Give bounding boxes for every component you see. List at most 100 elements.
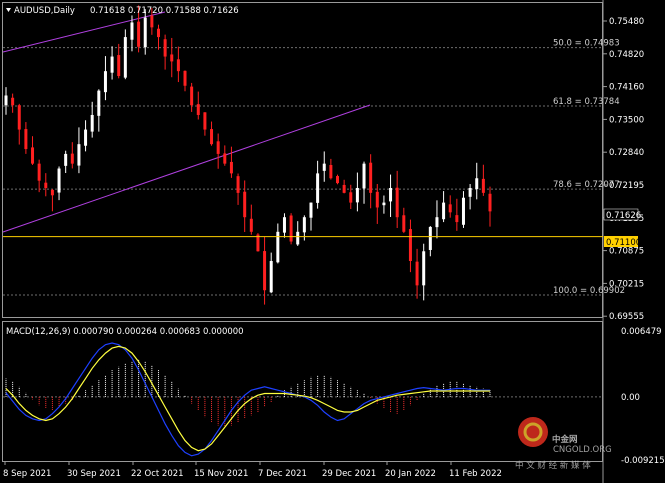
time-tick-label: 29 Dec 2021 (322, 469, 376, 479)
hline-price-tag: 0.71100 (604, 236, 641, 248)
candle-body (428, 226, 432, 250)
candle-body (176, 59, 180, 72)
candle-body (183, 70, 187, 86)
fibonacci-levels: 50.0 = 0.7498361.8 = 0.7378478.6 = 0.720… (3, 39, 625, 296)
macd-tick-label: -0.009215 (621, 456, 665, 466)
time-axis: 8 Sep 2021 30 Sep 2021 22 Oct 2021 15 Nov 2… (3, 461, 502, 479)
main-panel-frame (2, 2, 603, 318)
macd-axis: 0.006479 0.00 -0.009215 (621, 327, 665, 466)
candle-body (448, 204, 452, 213)
candle-body (44, 182, 48, 188)
candle-body (37, 163, 41, 181)
candle-body (475, 178, 479, 190)
candle-body (309, 202, 313, 218)
price-tick-label: 0.69555 (609, 312, 644, 322)
candle-body (442, 202, 446, 220)
candle-body (64, 153, 68, 166)
candle-body (329, 165, 333, 179)
candle-body (223, 153, 227, 164)
candle-body (435, 217, 439, 228)
time-tick-label: 22 Oct 2021 (131, 469, 184, 479)
watermark: 中金网 CNGOLD.ORG 中 文 财 经 新 媒 体 (515, 417, 612, 471)
price-tick-label: 0.73500 (609, 115, 644, 125)
collapse-triangle-icon[interactable] (6, 8, 11, 12)
watermark-slogan: 中 文 财 经 新 媒 体 (515, 460, 591, 471)
current-price-value: 0.71626 (606, 211, 641, 221)
price-tick-label: 0.72840 (609, 148, 644, 158)
price-tick-label: 0.72195 (609, 181, 644, 191)
candle-body (50, 189, 54, 196)
candle-body (210, 129, 214, 145)
candle-body (422, 251, 426, 286)
candle-body (342, 184, 346, 193)
candle-body (203, 112, 207, 130)
current-price-tag: 0.71626 (603, 208, 641, 221)
candle-body (455, 215, 459, 223)
watermark-site: CNGOLD.ORG (553, 445, 612, 455)
candle-body (289, 215, 293, 242)
candle-body (395, 187, 399, 218)
candle-body (282, 217, 286, 233)
candle-body (216, 141, 220, 154)
candle-body (123, 37, 127, 78)
candle-body (97, 90, 101, 116)
candle-body (90, 114, 94, 132)
candle-body (143, 17, 147, 48)
candle-body (355, 187, 359, 203)
time-tick-label: 15 Nov 2021 (194, 469, 248, 479)
macd-label: MACD(12,26,9) 0.000790 0.000264 0.000683… (6, 327, 244, 337)
candle-body (481, 178, 485, 193)
chart-header: AUDUSD,Daily 0.71618 0.71720 0.71588 0.7… (6, 6, 239, 16)
candle-body (229, 161, 233, 174)
candle-body (249, 218, 253, 232)
candle-body (322, 163, 326, 171)
candle-body (415, 261, 419, 286)
candle-body (468, 187, 472, 197)
logo-circle-icon (518, 417, 548, 447)
candle-body (389, 187, 393, 202)
candle-body (4, 95, 8, 106)
candle-body (103, 71, 107, 93)
candle-body (349, 192, 353, 203)
candle-body (190, 86, 194, 106)
chart-canvas[interactable]: 50.0 = 0.7498361.8 = 0.7378478.6 = 0.720… (0, 0, 665, 483)
channel-lower-line[interactable] (2, 104, 371, 233)
candle-body (70, 153, 74, 164)
candle-body (382, 202, 386, 206)
price-axis: 0.75480 0.74820 0.74160 0.73500 0.72840 0.721… (603, 17, 644, 322)
price-tick-label: 0.70875 (609, 247, 644, 257)
fib-level-label: 50.0 = 0.74983 (553, 39, 620, 49)
candle-body (263, 251, 267, 291)
price-tick-label: 0.74160 (609, 83, 644, 93)
price-tick-label: 0.74820 (609, 50, 644, 60)
candle-body (117, 55, 121, 77)
candle-body (84, 129, 88, 146)
time-tick-label: 11 Feb 2022 (449, 469, 502, 479)
candle-body (150, 15, 154, 28)
macd-tick-label: 0.00 (621, 393, 640, 403)
hline-price-value: 0.71100 (606, 238, 641, 248)
candles (4, 5, 492, 305)
time-tick-label: 7 Dec 2021 (258, 469, 307, 479)
candle-body (269, 261, 273, 293)
macd-histogram (5, 359, 491, 428)
macd-panel-frame (2, 321, 603, 462)
candle-body (24, 129, 28, 150)
macd-tick-label: 0.006479 (621, 327, 662, 337)
candle-body (369, 162, 373, 193)
candle-body (137, 21, 141, 47)
channel-upper-line[interactable] (2, 11, 166, 53)
candle-body (316, 173, 320, 203)
time-tick-label: 20 Jan 2022 (385, 469, 436, 479)
watermark-title: 中金网 (552, 434, 578, 445)
candle-body (243, 191, 247, 218)
candle-body (302, 217, 306, 233)
candle-body (461, 197, 465, 225)
candle-body (130, 22, 134, 40)
candle-body (402, 215, 406, 232)
candle-body (110, 56, 114, 73)
candle-body (296, 231, 300, 245)
candle-body (156, 28, 160, 38)
candle-body (77, 144, 81, 166)
candle-body (31, 147, 35, 164)
